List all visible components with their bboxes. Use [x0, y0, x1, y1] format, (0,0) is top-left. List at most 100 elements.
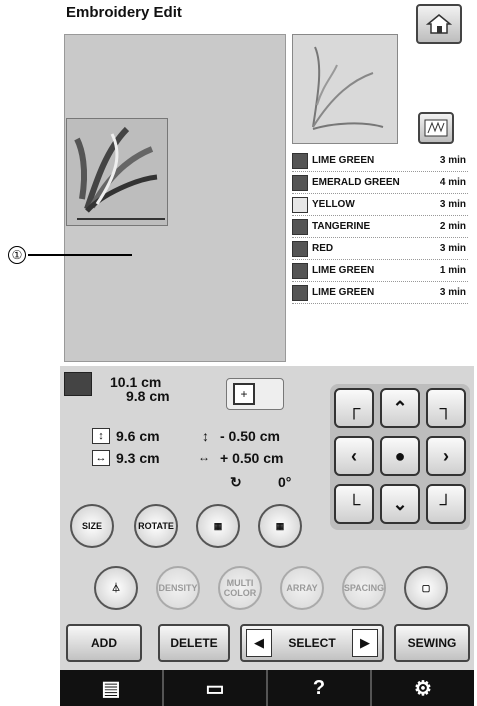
horizontal-offset-icon: ↔	[198, 450, 210, 464]
thread-row: LIME GREEN 3 min	[292, 282, 468, 304]
vertical-offset-value: - 0.50 cm	[220, 428, 280, 444]
triangle-left-icon: ◀	[254, 635, 264, 650]
machine-icon: ▭	[205, 677, 225, 700]
chevron-right-icon: ›	[443, 445, 449, 466]
thread-name: LIME GREEN	[312, 155, 375, 166]
layout-button[interactable]: ▦	[196, 504, 240, 548]
corner-down-left-icon: └	[347, 493, 361, 514]
rotation-icon: ↻	[230, 474, 242, 490]
multi-color-button[interactable]: MULTI COLOR	[218, 566, 262, 610]
horizontal-offset-value: + 0.50 cm	[220, 450, 284, 466]
thread-spool-icon	[292, 284, 308, 301]
sewing-button[interactable]: SEWING	[394, 624, 470, 662]
mirror-button[interactable]: ⏃	[94, 566, 138, 610]
thread-row: LIME GREEN 3 min	[292, 150, 468, 172]
frame-icon: ▢	[421, 583, 431, 593]
thread-time: 3 min	[439, 243, 466, 254]
delete-button[interactable]: DELETE	[158, 624, 230, 662]
move-down-right-button[interactable]: ┘	[426, 484, 466, 524]
move-up-left-button[interactable]: ┌	[334, 388, 374, 428]
chevron-left-icon: ‹	[351, 445, 357, 466]
settings-icon: ⚙	[414, 677, 432, 700]
thread-time: 3 min	[439, 287, 466, 298]
thread-name: RED	[312, 243, 334, 254]
thread-display-icon	[424, 119, 448, 137]
add-button[interactable]: ADD	[66, 624, 142, 662]
leaf-preview-icon	[312, 46, 384, 130]
thread-display-button[interactable]	[418, 112, 454, 144]
home-button[interactable]	[416, 4, 462, 44]
select-control: ◀ SELECT ▶	[240, 624, 384, 662]
machine-info-button[interactable]: ▭	[164, 670, 268, 706]
page-icon-button[interactable]: ▤	[60, 670, 164, 706]
thread-name: LIME GREEN	[312, 287, 375, 298]
design-preview	[292, 34, 398, 144]
select-label: SELECT	[288, 636, 336, 650]
thread-color-list: LIME GREEN 3 min EMERALD GREEN 4 min YEL…	[292, 150, 468, 304]
move-up-button[interactable]: ⌃	[380, 388, 420, 428]
thread-row: EMERALD GREEN 4 min	[292, 172, 468, 194]
move-up-right-button[interactable]: ┐	[426, 388, 466, 428]
callout-marker: ①	[8, 246, 26, 264]
frame-button[interactable]: ▢	[404, 566, 448, 610]
thread-time: 3 min	[439, 155, 466, 166]
page-title: Embroidery Edit	[66, 4, 182, 21]
thread-spool-icon	[292, 196, 308, 213]
thread-time: 3 min	[439, 199, 466, 210]
help-button[interactable]: ?	[268, 670, 372, 706]
array-button[interactable]: ARRAY	[280, 566, 324, 610]
thread-name: LIME GREEN	[312, 265, 375, 276]
horizontal-size-value: 9.3 cm	[116, 450, 160, 466]
thread-time: 1 min	[439, 265, 466, 276]
density-button[interactable]: DENSITY	[156, 566, 200, 610]
vertical-size-value: 9.6 cm	[116, 428, 160, 444]
thread-spool-icon	[292, 152, 308, 169]
thread-time: 4 min	[439, 177, 466, 188]
settings-button[interactable]: ⚙	[372, 670, 474, 706]
thread-spool-icon	[292, 262, 308, 279]
design-height: 9.8 cm	[126, 388, 170, 404]
size-button[interactable]: SIZE	[70, 504, 114, 548]
design-size-icon	[64, 372, 92, 396]
move-center-button[interactable]: ●	[380, 436, 420, 476]
thread-row: LIME GREEN 1 min	[292, 260, 468, 282]
thread-spool-icon	[292, 174, 308, 191]
thread-name: YELLOW	[312, 199, 355, 210]
vertical-offset-icon: ↕	[202, 428, 209, 444]
thread-name: TANGERINE	[312, 221, 371, 232]
move-pad: ┌ ⌃ ┐ ‹ ● › └ ⌄ ┘	[330, 384, 470, 530]
thread-time: 2 min	[439, 221, 466, 232]
position-indicator: +	[226, 378, 284, 410]
corner-up-right-icon: ┐	[439, 397, 453, 418]
callout-line	[28, 254, 132, 256]
chevron-up-icon: ⌃	[392, 397, 408, 418]
grid-icon: ▦	[275, 521, 285, 531]
move-down-left-button[interactable]: └	[334, 484, 374, 524]
page-icon: ▤	[101, 677, 121, 700]
thread-row: TANGERINE 2 min	[292, 216, 468, 238]
embroidery-design[interactable]	[66, 118, 168, 226]
move-left-button[interactable]: ‹	[334, 436, 374, 476]
select-previous-button[interactable]: ◀	[246, 629, 272, 657]
rotation-value: 0°	[278, 474, 292, 490]
move-right-button[interactable]: ›	[426, 436, 466, 476]
move-down-button[interactable]: ⌄	[380, 484, 420, 524]
rotate-button[interactable]: ROTATE	[134, 504, 178, 548]
position-frame-icon: +	[233, 383, 255, 405]
horizontal-size-icon: ↔	[92, 450, 110, 466]
grid-button[interactable]: ▦	[258, 504, 302, 548]
corner-up-left-icon: ┌	[347, 397, 361, 418]
spacing-button[interactable]: SPACING	[342, 566, 386, 610]
leaf-design-icon	[74, 126, 165, 220]
help-icon: ?	[312, 676, 326, 699]
bottom-toolbar: ▤ ▭ ? ⚙	[60, 670, 474, 706]
home-icon	[426, 14, 452, 34]
thread-row: YELLOW 3 min	[292, 194, 468, 216]
triangle-right-icon: ▶	[360, 635, 370, 650]
mirror-icon: ⏃	[111, 583, 121, 593]
layout-icon: ▦	[213, 521, 223, 531]
chevron-down-icon: ⌄	[392, 493, 408, 514]
select-next-button[interactable]: ▶	[352, 629, 378, 657]
corner-down-right-icon: ┘	[439, 493, 453, 514]
vertical-size-icon: ↕	[92, 428, 110, 444]
